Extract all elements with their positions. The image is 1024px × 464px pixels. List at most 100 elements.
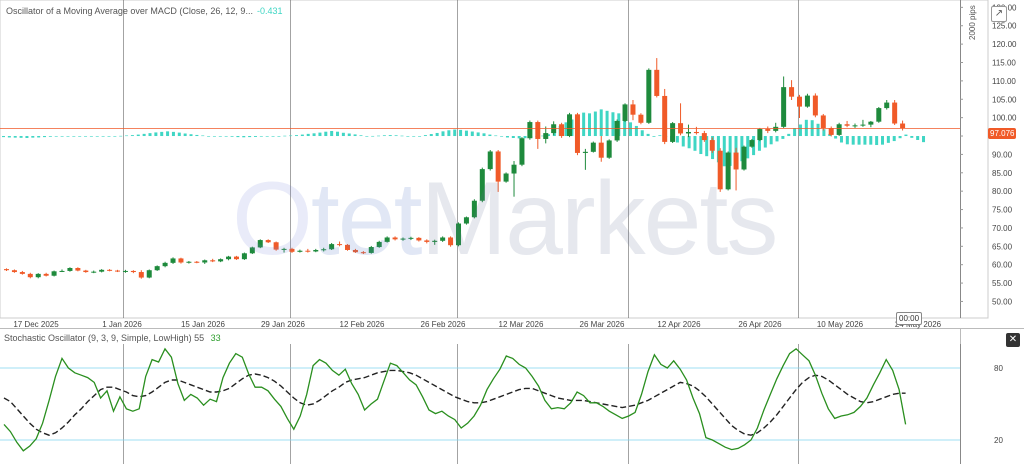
candle (463, 216, 469, 225)
candle-body (281, 248, 287, 250)
candle (876, 106, 882, 123)
main-indicator-title: Oscillator of a Moving Average over MACD… (6, 6, 253, 16)
histogram-bar (300, 134, 304, 137)
histogram-bar (13, 136, 17, 138)
candle-body (685, 131, 691, 134)
histogram-bar (904, 134, 908, 137)
candle (717, 148, 723, 192)
candle-body (463, 217, 469, 224)
candle-body (448, 237, 454, 246)
x-axis-label: 10 May 2026 (817, 320, 864, 329)
histogram-bar (230, 136, 234, 137)
histogram-bar (652, 136, 656, 137)
candle-body (305, 250, 311, 252)
candle-body (519, 138, 525, 165)
stochastic-title-row: Stochastic Oscillator (9, 3, 9, Simple, … (4, 333, 221, 343)
candle-body (368, 247, 374, 253)
candle (741, 145, 747, 171)
main-indicator-title-row: Oscillator of a Moving Average over MACD… (6, 6, 282, 16)
candle (154, 265, 160, 271)
candle-body (297, 250, 303, 252)
candle (757, 127, 763, 142)
price-tick-label: 55.00 (992, 279, 1013, 288)
candle-body (432, 240, 438, 242)
histogram-bar (863, 136, 867, 145)
candle (487, 149, 493, 171)
histogram-bar (798, 124, 802, 137)
candle-body (614, 120, 620, 141)
histogram-bar (72, 136, 76, 137)
candle-body (789, 87, 795, 97)
histogram-bar (464, 130, 468, 137)
price-tick-label: 60.00 (992, 261, 1013, 270)
candle-body (344, 244, 350, 250)
candle (892, 99, 898, 125)
price-tick-label: 90.00 (992, 150, 1013, 159)
histogram-bar (66, 136, 70, 137)
candle-body (138, 272, 144, 278)
candle-body (99, 269, 105, 272)
candle-body (559, 124, 565, 137)
candle-body (511, 164, 517, 174)
histogram-bar (171, 131, 175, 137)
candle-body (535, 122, 541, 139)
price-tick-label: 80.00 (992, 187, 1013, 196)
price-tick-label: 105.00 (992, 95, 1017, 104)
candle-body (797, 96, 802, 107)
candle-body (598, 142, 604, 158)
histogram-bar (277, 136, 281, 137)
candle-body (91, 271, 97, 273)
histogram-bar (886, 136, 890, 143)
candle-body (860, 124, 866, 126)
histogram-bar (177, 132, 181, 137)
histogram-bar (142, 133, 146, 137)
candle-body (638, 114, 644, 123)
histogram-bar (101, 136, 105, 137)
histogram-bar (388, 135, 392, 137)
histogram-bar (295, 135, 298, 137)
candle-body (218, 259, 224, 262)
histogram-bar (500, 136, 504, 137)
histogram-bar (423, 135, 427, 137)
histogram-bar (916, 136, 920, 140)
candle-body (400, 238, 406, 240)
candle-body (265, 240, 271, 243)
histogram-bar (599, 109, 603, 137)
chart-canvas: 50.00 55.00 60.00 65.00 70.00 75.00 80.00 85.00… (0, 0, 1024, 464)
candle (257, 239, 263, 249)
histogram-bar (845, 136, 849, 145)
candle-body (241, 253, 247, 260)
close-icon[interactable]: ✕ (1006, 333, 1020, 347)
histogram-bar (330, 130, 334, 137)
candle-body (527, 122, 533, 139)
candle-body (820, 115, 826, 129)
x-axis-label: 26 Mar 2026 (580, 320, 625, 329)
x-axis-label: 15 Jan 2026 (181, 320, 226, 329)
candle-body (289, 248, 295, 252)
candle (749, 138, 755, 148)
histogram-bar (289, 135, 293, 137)
current-price-tag: 97.076 (988, 128, 1017, 139)
candle-body (416, 237, 422, 241)
histogram-bar (195, 134, 199, 137)
candle (812, 93, 818, 118)
candle (448, 236, 454, 247)
histogram-bar (400, 135, 404, 137)
candle-body (257, 240, 263, 248)
price-tick-label: 125.00 (992, 22, 1017, 31)
histogram-bar (189, 134, 193, 137)
candle-body (622, 104, 628, 121)
histogram-bar (271, 136, 275, 137)
histogram-bar (259, 136, 263, 137)
histogram-bar (412, 136, 416, 137)
candle-body (654, 69, 660, 96)
histogram-bar (488, 134, 492, 137)
histogram-bar (31, 136, 35, 138)
candle-body (495, 151, 501, 182)
candle (567, 112, 573, 138)
candle-body (115, 270, 121, 272)
expand-icon[interactable]: ↗ (991, 6, 1007, 22)
price-tick-label: 85.00 (992, 169, 1013, 178)
stochastic-panel-bg (0, 328, 1024, 464)
candle-body (321, 249, 327, 251)
